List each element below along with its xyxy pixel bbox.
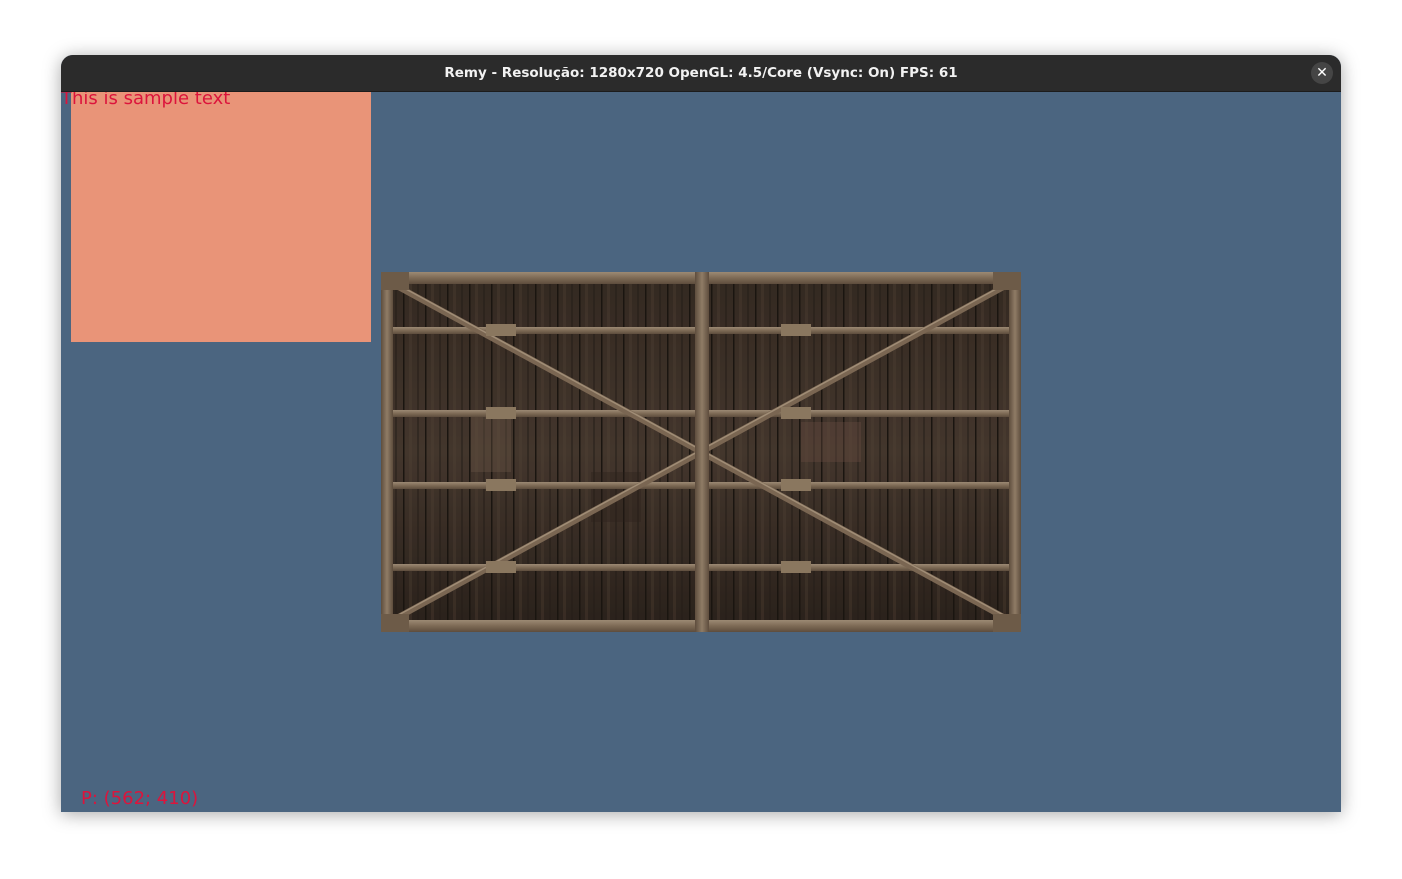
window-title: Remy - Resolução: 1280x720 OpenGL: 4.5/C…	[444, 65, 958, 81]
render-viewport[interactable]: This is sample text P: (562; 410)	[61, 92, 1341, 812]
wood-crate-sprite	[381, 272, 1021, 632]
title-bar[interactable]: Remy - Resolução: 1280x720 OpenGL: 4.5/C…	[61, 55, 1341, 92]
close-icon[interactable]: ✕	[1311, 62, 1333, 84]
sample-text: This is sample text	[61, 92, 231, 109]
colored-quad	[71, 92, 371, 342]
position-readout: P: (562; 410)	[81, 788, 199, 809]
app-window: Remy - Resolução: 1280x720 OpenGL: 4.5/C…	[61, 55, 1341, 812]
